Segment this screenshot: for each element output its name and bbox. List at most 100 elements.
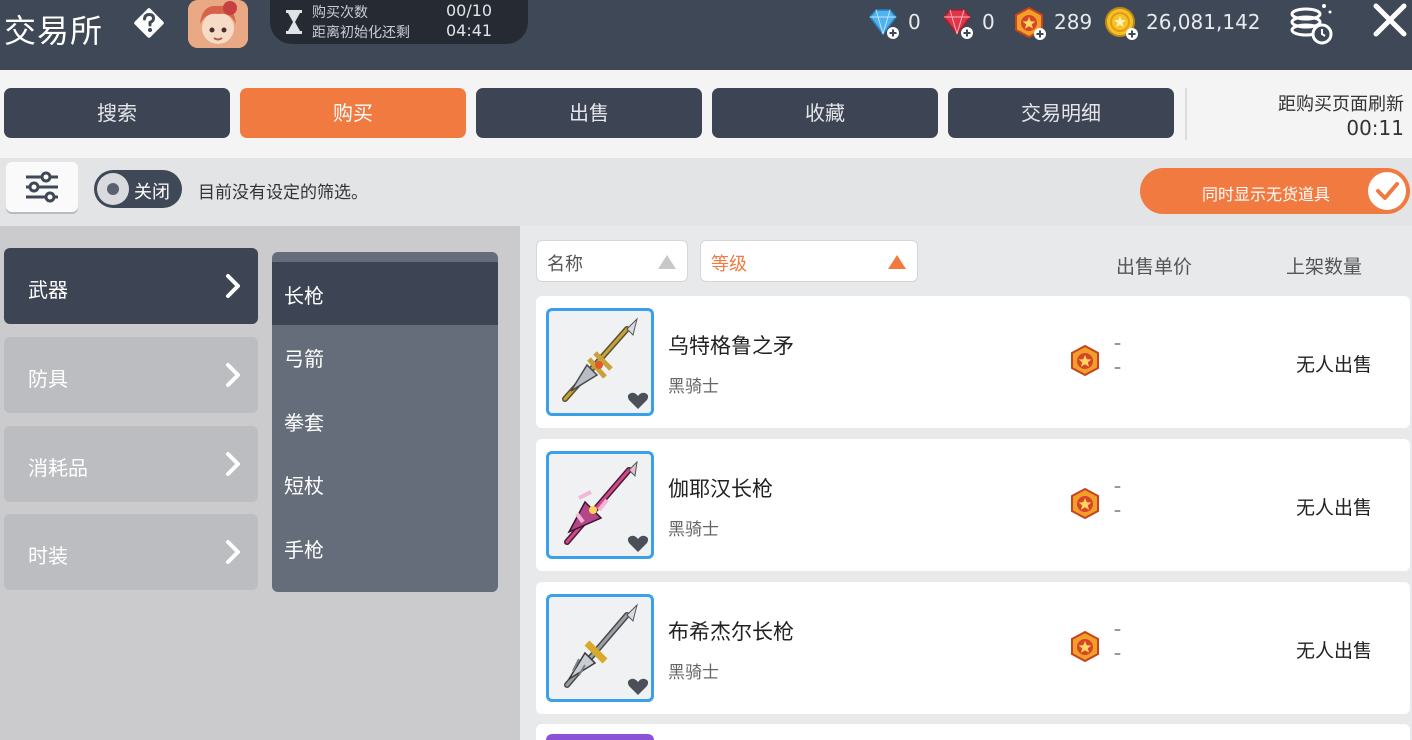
tab-search[interactable]: 搜索 <box>4 88 230 138</box>
category-panel: 武器 防具 消耗品 时装 长枪 弓箭 拳套 短杖 手枪 <box>0 226 520 740</box>
help-icon[interactable] <box>128 2 170 44</box>
reset-timer-value: 04:41 <box>446 21 493 40</box>
item-price-line: – <box>1114 622 1121 638</box>
star-token-value: 289 <box>1054 10 1093 34</box>
refresh-label: 距购买页面刷新 <box>1278 94 1404 115</box>
list-item[interactable] <box>536 724 1410 740</box>
page-title: 交易所 <box>4 12 104 50</box>
purchase-counter: 购买次数 00/10 距离初始化还剩 04:41 <box>270 0 528 44</box>
red-diamond-icon <box>943 9 973 39</box>
checkmark-icon <box>1368 172 1406 210</box>
subcategory-label: 长枪 <box>284 284 324 308</box>
heart-icon[interactable] <box>627 391 649 411</box>
item-price-line: – <box>1114 360 1121 376</box>
star-token-icon <box>1071 344 1099 377</box>
subcategory-bow[interactable]: 弓箭 <box>272 325 498 388</box>
item-name: 乌特格鲁之矛 <box>668 334 794 358</box>
item-price-line: – <box>1114 479 1121 495</box>
heart-icon[interactable] <box>627 677 649 697</box>
item-name: 伽耶汉长枪 <box>668 477 773 501</box>
currency-gold-coin[interactable]: 26,081,142 <box>1104 4 1270 40</box>
tab-sell[interactable]: 出售 <box>476 88 702 138</box>
blue-diamond-value: 0 <box>908 10 921 34</box>
reset-timer-label: 距离初始化还剩 <box>312 25 410 41</box>
item-listing-status: 无人出售 <box>1296 354 1373 376</box>
category-label: 时装 <box>28 544 68 568</box>
item-listing-status: 无人出售 <box>1296 640 1373 662</box>
subcategory-knuckle[interactable]: 拳套 <box>272 389 498 452</box>
subcategory-pistol[interactable]: 手枪 <box>272 516 498 579</box>
item-class: 黑骑士 <box>668 377 719 397</box>
subcategory-label: 拳套 <box>284 411 324 435</box>
currency-blue-diamond[interactable]: 0 <box>866 4 926 40</box>
show-out-of-stock-label: 同时显示无货道具 <box>1202 185 1331 204</box>
category-armor[interactable]: 防具 <box>4 337 258 413</box>
sort-asc-icon <box>658 255 676 269</box>
item-price-line: – <box>1114 503 1121 519</box>
item-listing-status: 无人出售 <box>1296 497 1373 519</box>
sort-level-label: 等级 <box>711 254 747 275</box>
blue-diamond-icon <box>869 9 899 39</box>
category-fashion[interactable]: 时装 <box>4 514 258 590</box>
subcategory-spear[interactable]: 长枪 <box>272 262 498 325</box>
heart-icon[interactable] <box>627 534 649 554</box>
close-icon[interactable] <box>1368 0 1412 44</box>
filter-toggle[interactable]: 关闭 <box>94 170 182 208</box>
chevron-right-icon <box>226 274 240 298</box>
column-price-header: 出售单价 <box>1116 256 1193 278</box>
toggle-label: 关闭 <box>134 182 170 203</box>
sliders-icon <box>26 171 58 203</box>
sort-name-label: 名称 <box>547 254 583 275</box>
tab-bar: 搜索 购买 出售 收藏 交易明细 距购买页面刷新 00:11 <box>0 70 1412 158</box>
item-list-panel: 名称 等级 出售单价 上架数量 乌特格鲁之矛 黑骑士 – – 无人出售 伽耶汉长… <box>520 226 1412 740</box>
item-thumbnail <box>546 734 654 740</box>
list-item[interactable]: 乌特格鲁之矛 黑骑士 – – 无人出售 <box>536 296 1410 428</box>
top-bar: 交易所 购买次数 00/10 距离初始化还剩 04:41 0 0 289 26,… <box>0 0 1412 70</box>
item-class: 黑骑士 <box>668 663 719 683</box>
filter-bar: 关闭 目前没有设定的筛选。 同时显示无货道具 <box>0 158 1412 226</box>
subcategory-label: 短杖 <box>284 474 324 498</box>
subcategory-label: 手枪 <box>284 538 324 562</box>
category-consumables[interactable]: 消耗品 <box>4 426 258 502</box>
coin-history-icon[interactable] <box>1284 0 1336 48</box>
chevron-right-icon <box>226 363 240 387</box>
star-token-icon <box>1015 6 1046 40</box>
item-thumbnail <box>546 308 654 416</box>
refresh-timer: 00:11 <box>1346 116 1404 140</box>
list-item[interactable]: 伽耶汉长枪 黑骑士 – – 无人出售 <box>536 439 1410 571</box>
tab-buy[interactable]: 购买 <box>240 88 466 138</box>
show-out-of-stock-toggle[interactable]: 同时显示无货道具 <box>1140 168 1410 214</box>
item-thumbnail <box>546 594 654 702</box>
item-price-line: – <box>1114 646 1121 662</box>
hourglass-icon <box>286 10 302 34</box>
divider <box>1185 88 1187 140</box>
filter-status-text: 目前没有设定的筛选。 <box>198 183 368 203</box>
purchase-count-value: 00/10 <box>446 1 493 20</box>
chevron-right-icon <box>226 540 240 564</box>
item-class: 黑骑士 <box>668 520 719 540</box>
avatar[interactable] <box>188 0 248 48</box>
filter-button[interactable] <box>6 162 78 212</box>
chevron-right-icon <box>226 452 240 476</box>
currency-star-token[interactable]: 289 <box>1012 4 1096 40</box>
tab-transaction-details[interactable]: 交易明细 <box>948 88 1174 138</box>
tab-favorites[interactable]: 收藏 <box>712 88 938 138</box>
category-label: 防具 <box>28 367 68 391</box>
sort-by-level[interactable]: 等级 <box>700 240 918 282</box>
category-weapon[interactable]: 武器 <box>4 248 258 324</box>
list-item[interactable]: 布希杰尔长枪 黑骑士 – – 无人出售 <box>536 582 1410 714</box>
subcategory-wand[interactable]: 短杖 <box>272 452 498 515</box>
sort-by-name[interactable]: 名称 <box>536 240 688 282</box>
star-token-icon <box>1071 630 1099 663</box>
red-diamond-value: 0 <box>982 10 995 34</box>
column-quantity-header: 上架数量 <box>1286 256 1363 278</box>
gold-coin-icon <box>1105 7 1138 40</box>
currency-red-diamond[interactable]: 0 <box>940 4 1000 40</box>
sort-asc-icon <box>888 255 906 269</box>
item-price-line: – <box>1114 336 1121 352</box>
star-token-icon <box>1071 487 1099 520</box>
subcategory-label: 弓箭 <box>284 347 324 371</box>
toggle-knob <box>97 173 129 205</box>
item-thumbnail <box>546 451 654 559</box>
category-label: 消耗品 <box>28 456 88 480</box>
